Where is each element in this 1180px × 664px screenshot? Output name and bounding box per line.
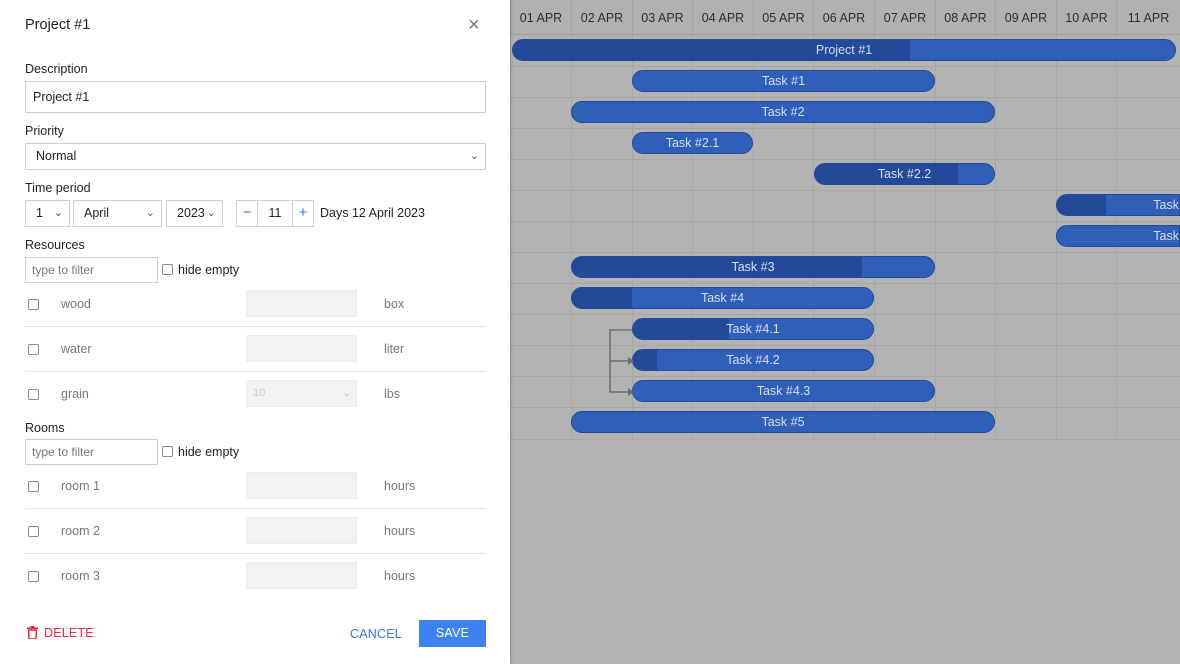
room-unit: hours [384, 524, 416, 538]
priority-select[interactable]: Normal ⌄ [25, 143, 486, 170]
resources-hide-empty-checkbox[interactable] [162, 264, 173, 275]
resource-unit: lbs [384, 387, 400, 401]
resource-name: water [61, 342, 92, 356]
panel-title: Project #1 [25, 17, 91, 33]
day-select[interactable]: 1 ⌄ [25, 200, 70, 227]
year-select[interactable]: 2023 ⌄ [166, 200, 223, 227]
room-name: room 2 [61, 524, 100, 538]
priority-value: Normal [36, 149, 77, 163]
resource-checkbox[interactable] [28, 389, 39, 400]
resource-unit: box [384, 297, 405, 311]
delete-label: DELETE [44, 626, 94, 640]
description-label: Description [25, 62, 88, 76]
day-value: 1 [36, 206, 43, 220]
trash-icon [27, 626, 38, 640]
room-name: room 3 [61, 569, 100, 583]
resource-checkbox[interactable] [28, 299, 39, 310]
resource-checkbox[interactable] [28, 344, 39, 355]
cancel-button[interactable]: CANCEL [350, 627, 402, 641]
priority-label: Priority [25, 124, 64, 138]
chevron-down-icon: ⌄ [206, 207, 216, 219]
rooms-hide-empty-label: hide empty [178, 445, 240, 459]
room-checkbox[interactable] [28, 481, 39, 492]
save-button[interactable]: SAVE [419, 620, 486, 647]
room-row: room 1 hours [25, 465, 486, 509]
task-editor-panel: Project #1 × Description Project #1 Prio… [0, 0, 510, 664]
resources-filter-input[interactable]: type to filter [25, 257, 158, 283]
period-summary: Days 12 April 2023 [320, 206, 425, 220]
duration-decrement-button[interactable]: − [236, 200, 258, 227]
month-select[interactable]: April ⌄ [73, 200, 162, 227]
resource-amount-input[interactable] [246, 335, 357, 362]
room-unit: hours [384, 479, 416, 493]
chevron-down-icon: ⌄ [53, 207, 63, 219]
resource-unit: liter [384, 342, 405, 356]
year-value: 2023 [177, 206, 205, 220]
month-value: April [84, 206, 110, 220]
chevron-down-icon: ⌄ [469, 150, 479, 162]
room-name: room 1 [61, 479, 100, 493]
chevron-down-icon: ⌄ [342, 388, 351, 399]
time-period-label: Time period [25, 181, 91, 195]
rooms-hide-empty-checkbox[interactable] [162, 446, 173, 457]
resource-name: wood [61, 297, 91, 311]
room-row: room 2 hours [25, 510, 486, 554]
resource-row: grain 10 ⌄ lbs [25, 373, 486, 417]
duration-input[interactable]: 11 [258, 200, 292, 227]
room-checkbox[interactable] [28, 571, 39, 582]
description-input[interactable]: Project #1 [25, 81, 486, 113]
chevron-down-icon: ⌄ [145, 207, 155, 219]
room-hours-input[interactable] [246, 472, 357, 499]
room-hours-input[interactable] [246, 517, 357, 544]
duration-increment-button[interactable]: + [292, 200, 314, 227]
room-checkbox[interactable] [28, 526, 39, 537]
resource-name: grain [61, 387, 89, 401]
delete-button[interactable]: DELETE [27, 626, 94, 640]
room-unit: hours [384, 569, 416, 583]
rooms-filter-input[interactable]: type to filter [25, 439, 158, 465]
dependency-links [609, 329, 634, 396]
resources-hide-empty-label: hide empty [178, 263, 240, 277]
room-hours-input[interactable] [246, 562, 357, 589]
resources-label: Resources [25, 238, 85, 252]
resource-amount-select[interactable]: 10 ⌄ [246, 380, 357, 407]
gantt-chart: 01 APR 02 APR 03 APR 04 APR 05 APR 06 AP… [510, 0, 1180, 664]
resource-row: water liter [25, 328, 486, 372]
resource-row: wood box [25, 283, 486, 327]
room-row: room 3 hours [25, 555, 486, 599]
rooms-label: Rooms [25, 421, 65, 435]
resource-amount-value: 10 [253, 387, 266, 399]
close-icon[interactable]: × [468, 14, 480, 36]
resource-amount-input[interactable] [246, 290, 357, 317]
